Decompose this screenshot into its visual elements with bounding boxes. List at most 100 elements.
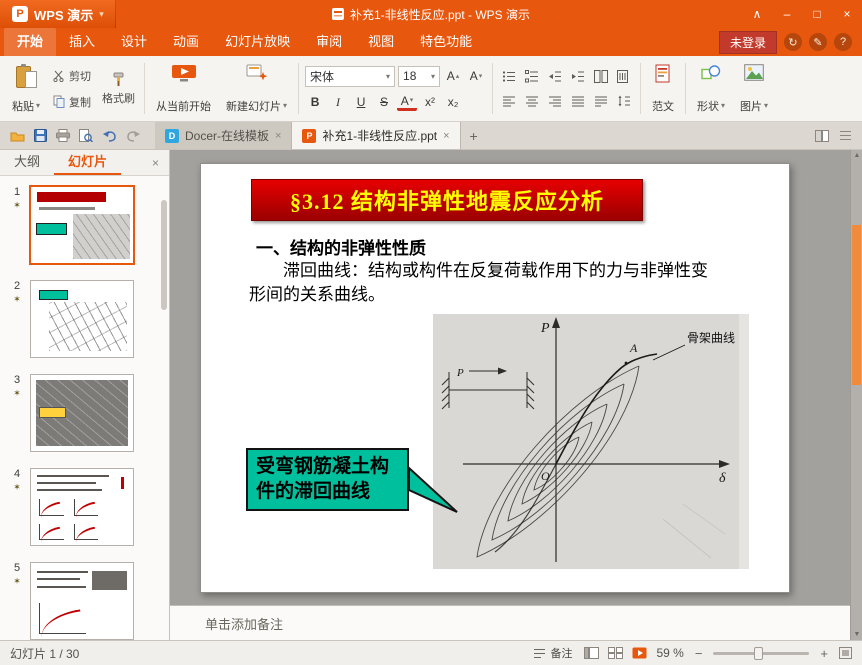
zoom-value[interactable]: 59 %	[656, 646, 683, 660]
decrease-font-button[interactable]: A ▾	[466, 67, 486, 86]
feedback-icon[interactable]: ✎	[809, 33, 827, 51]
format-painter-label: 格式刷	[102, 92, 136, 105]
slide-thumbnail-4[interactable]	[30, 468, 134, 546]
maximize-button[interactable]: □	[802, 0, 832, 28]
slide-title-banner[interactable]: §3.12 结构非弹性地震反应分析	[251, 179, 643, 221]
slide-thumbnail-5[interactable]	[30, 562, 134, 640]
tab-insert[interactable]: 插入	[56, 28, 108, 56]
text-direction-button[interactable]	[614, 67, 634, 86]
fanwen-button[interactable]: 范文	[647, 60, 679, 118]
italic-button[interactable]: I	[328, 93, 348, 112]
slides-tab[interactable]: 幻灯片	[54, 150, 122, 175]
normal-view-button[interactable]	[584, 647, 600, 659]
font-name-select[interactable]: 宋体 ▾	[305, 65, 396, 87]
help-icon[interactable]: ?	[834, 33, 852, 51]
slide-sorter-view-button[interactable]	[608, 647, 624, 659]
outline-tab[interactable]: 大纲	[0, 150, 54, 175]
scrollbar-thumb[interactable]	[852, 225, 861, 385]
update-sync-icon[interactable]: ↻	[784, 33, 802, 51]
collapse-ribbon-button[interactable]: ∧	[742, 0, 772, 28]
bullet-list-button[interactable]	[499, 67, 519, 86]
cut-button[interactable]: 剪切	[50, 67, 94, 85]
undo-button[interactable]	[102, 129, 117, 142]
format-painter-button[interactable]: 格式刷	[99, 71, 138, 107]
close-button[interactable]: ×	[832, 0, 862, 28]
notes-toggle-label: 备注	[550, 648, 573, 660]
slideshow-view-button[interactable]	[632, 647, 647, 659]
superscript-button[interactable]: x²	[420, 93, 440, 112]
open-folder-button[interactable]	[10, 130, 25, 142]
close-panel-button[interactable]: ×	[142, 156, 169, 170]
doc-tab-current[interactable]: P 补充1-非线性反应.ppt ×	[292, 122, 461, 149]
bullet-list-icon	[502, 70, 516, 82]
format-painter-icon	[113, 72, 124, 86]
picture-button[interactable]: 图片 ▾	[735, 60, 773, 118]
tab-special-features[interactable]: 特色功能	[407, 28, 485, 56]
align-right-button[interactable]	[545, 92, 565, 111]
increase-indent-button[interactable]	[568, 67, 588, 86]
vertical-scrollbar[interactable]: ▲ ▼	[850, 150, 862, 640]
thumbnail-scrollbar[interactable]	[161, 200, 167, 310]
font-color-button[interactable]: A ▾	[397, 94, 418, 111]
scroll-up-icon[interactable]: ▲	[851, 152, 862, 159]
line-spacing-button[interactable]	[614, 92, 634, 111]
play-from-current-button[interactable]: 从当前开始	[151, 60, 216, 118]
copy-button[interactable]: 复制	[50, 93, 94, 111]
tab-design[interactable]: 设计	[108, 28, 160, 56]
distribute-button[interactable]	[591, 92, 611, 111]
slide-thumbnail-3[interactable]	[30, 374, 134, 452]
subscript-button[interactable]: x₂	[443, 93, 463, 112]
numbered-list-button[interactable]	[522, 67, 542, 86]
fit-slide-button[interactable]	[839, 647, 852, 659]
wps-menu-button[interactable]: P WPS 演示 ▾	[0, 0, 116, 28]
align-center-button[interactable]	[522, 92, 542, 111]
bold-button[interactable]: B	[305, 93, 325, 112]
presentation-file-icon	[331, 8, 344, 20]
scroll-down-icon[interactable]: ▼	[851, 631, 862, 638]
print-preview-button[interactable]	[79, 129, 93, 142]
strikethrough-button[interactable]: S	[374, 93, 394, 112]
tab-list-button[interactable]	[839, 130, 852, 141]
login-button[interactable]: 未登录	[718, 30, 777, 54]
columns-button[interactable]	[591, 67, 611, 86]
slide-editor[interactable]: §3.12 结构非弹性地震反应分析 一、结构的非弹性性质 滞回曲线：结构或构件在…	[200, 163, 790, 593]
close-tab-icon[interactable]: ×	[443, 130, 449, 142]
zoom-in-button[interactable]: +	[818, 646, 830, 661]
save-button[interactable]	[34, 129, 47, 142]
hysteresis-figure[interactable]: P δ O A 骨架曲线 P	[433, 314, 749, 569]
print-button[interactable]	[56, 129, 70, 142]
tab-home[interactable]: 开始	[4, 28, 57, 56]
callout-textbox[interactable]: 受弯钢筋凝土构件的滞回曲线	[246, 448, 409, 512]
tab-view[interactable]: 视图	[355, 28, 407, 56]
notes-pane[interactable]: 单击添加备注	[170, 605, 850, 640]
justify-button[interactable]	[568, 92, 588, 111]
font-size-select[interactable]: 18 ▾	[398, 65, 441, 87]
zoom-out-button[interactable]: −	[693, 646, 705, 661]
redo-button[interactable]	[126, 129, 141, 142]
slide-thumbnail-1[interactable]	[29, 185, 135, 265]
doc-tab-docer[interactable]: D Docer-在线模板 ×	[155, 122, 293, 149]
new-slide-button[interactable]: 新建幻灯片 ▾	[221, 60, 292, 118]
underline-button[interactable]: U	[351, 93, 371, 112]
zoom-slider-handle[interactable]	[753, 646, 763, 660]
tab-slideshow[interactable]: 幻灯片放映	[212, 28, 303, 56]
tab-review[interactable]: 审阅	[303, 28, 355, 56]
thumb-chart-decoration	[73, 523, 99, 543]
paste-label: 粘贴	[12, 100, 34, 113]
tab-animation[interactable]: 动画	[160, 28, 212, 56]
decrease-indent-button[interactable]	[545, 67, 565, 86]
zoom-slider[interactable]	[713, 646, 810, 660]
shapes-button[interactable]: 形状 ▾	[692, 60, 730, 118]
slide-thumbnail-2[interactable]	[30, 280, 134, 358]
close-tab-icon[interactable]: ×	[275, 130, 281, 142]
slide-body-text[interactable]: 滞回曲线：结构或构件在反复荷载作用下的力与非弹性变形间的关系曲线。	[249, 259, 719, 307]
paste-button[interactable]: 粘贴 ▾	[7, 60, 45, 118]
increase-font-button[interactable]: A ▴	[443, 67, 463, 86]
align-left-button[interactable]	[499, 92, 519, 111]
split-screen-button[interactable]	[815, 129, 829, 142]
notes-toggle-button[interactable]: 备注	[530, 644, 575, 662]
slide-heading[interactable]: 一、结构的非弹性性质	[256, 234, 426, 259]
minimize-button[interactable]: –	[772, 0, 802, 28]
animation-star-icon: ✶	[13, 294, 21, 304]
new-tab-button[interactable]: +	[461, 122, 487, 149]
